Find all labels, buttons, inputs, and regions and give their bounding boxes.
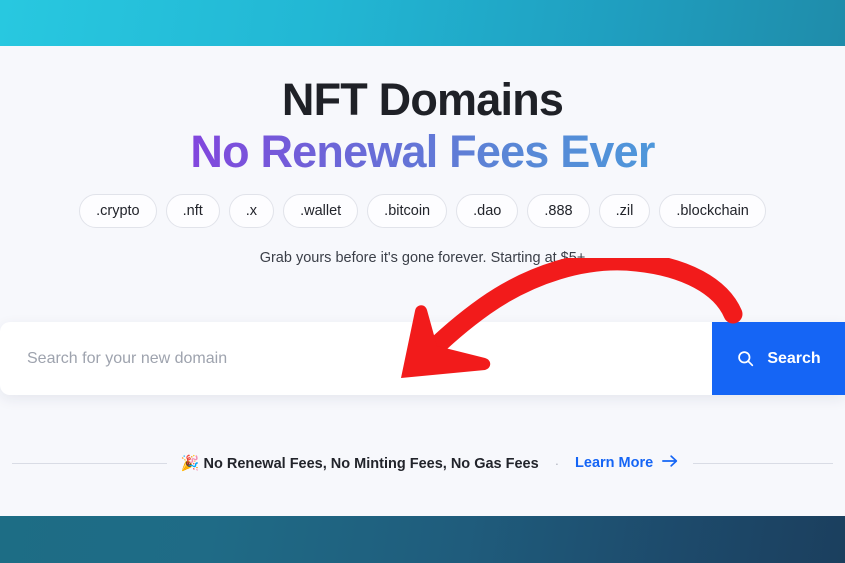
promo-message: 🎉 No Renewal Fees, No Minting Fees, No Ga… [181,454,539,472]
tld-chip-label: .888 [544,203,573,220]
promo-separator: · [554,455,560,471]
search-bar: Search [0,322,845,395]
tld-chip-label: .bitcoin [384,203,431,220]
tld-chip-label: .crypto [96,203,140,220]
promo-strip: 🎉 No Renewal Fees, No Minting Fees, No Ga… [0,447,845,479]
search-button[interactable]: Search [712,322,845,395]
search-icon [736,349,755,368]
tld-chip-label: .nft [182,203,203,220]
arrow-right-icon [661,453,679,473]
divider-right [693,462,834,464]
tld-chip-label: .zil [615,203,634,220]
hero-tagline: Grab yours before it's gone forever. Sta… [259,250,586,267]
tld-chip-dao[interactable]: .dao [456,194,519,229]
search-section: Search [0,322,845,395]
divider-left [11,462,167,464]
tld-chip-label: .dao [473,203,502,220]
tld-chip-label: .x [245,203,258,220]
tld-chip-label: .wallet [300,203,342,220]
top-gradient-bar [0,0,845,46]
tld-chip-nft[interactable]: .nft [165,194,220,229]
page-title: NFT Domains [281,74,564,125]
promo-message-label: No Renewal Fees, No Minting Fees, No Gas… [203,456,539,472]
learn-more-link[interactable]: Learn More [575,453,679,473]
search-input[interactable] [0,322,712,395]
search-button-label: Search [767,349,821,367]
tld-chip-x[interactable]: .x [228,194,275,229]
tld-chip-bitcoin[interactable]: .bitcoin [367,194,448,229]
page-root: NFT Domains No Renewal Fees Ever .crypto… [0,0,845,563]
page-subtitle-heading: No Renewal Fees Ever [0,124,845,176]
tld-chip-wallet[interactable]: .wallet [283,194,359,229]
tld-chip-888[interactable]: .888 [527,194,590,229]
hero-section: NFT Domains No Renewal Fees Ever .crypto… [0,46,845,266]
tld-chip-zil[interactable]: .zil [598,194,651,229]
bottom-gradient-bar [0,516,845,563]
tld-chip-blockchain[interactable]: .blockchain [659,194,766,229]
party-popper-icon: 🎉 [180,455,200,472]
tld-chip-label: .blockchain [676,203,749,220]
tld-chip-list: .crypto .nft .x .wallet .bitcoin .dao .8… [0,194,845,229]
tld-chip-crypto[interactable]: .crypto [79,194,157,229]
learn-more-label: Learn More [575,455,654,471]
